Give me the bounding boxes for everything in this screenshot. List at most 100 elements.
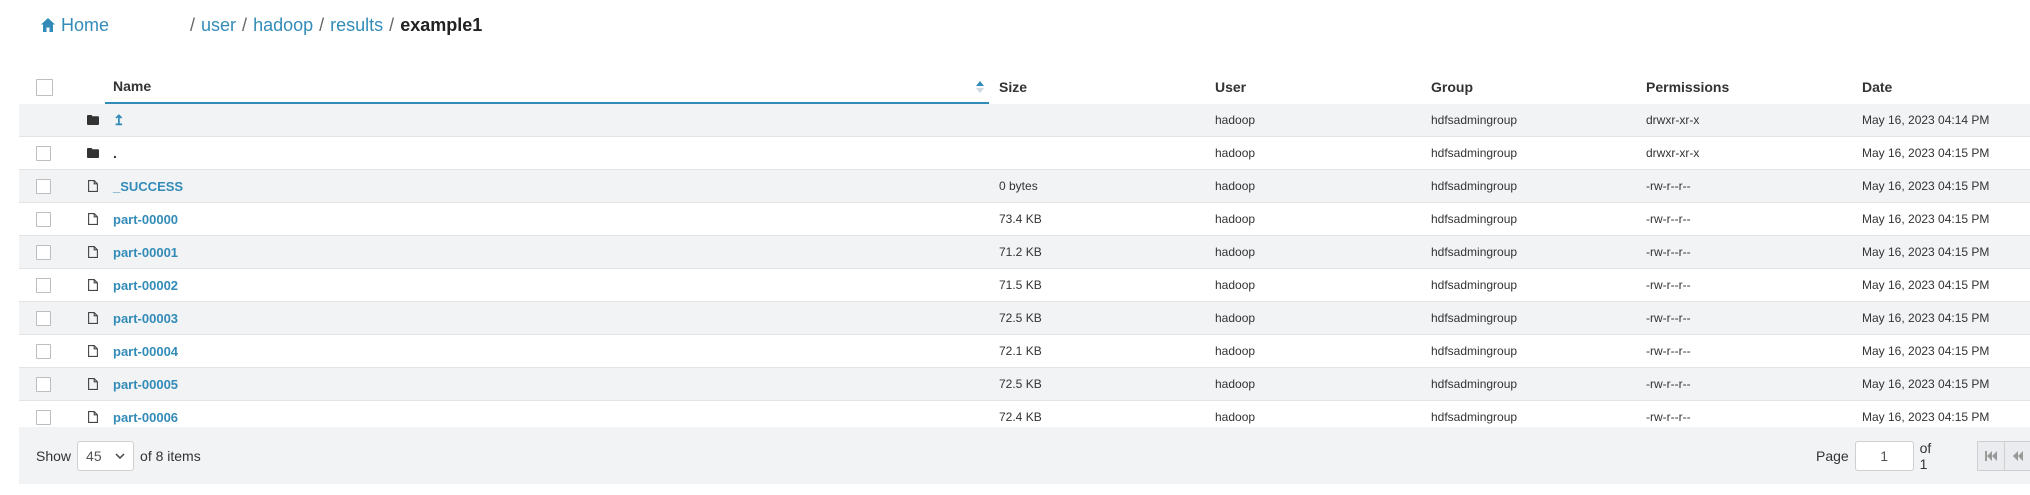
file-date: May 16, 2023 04:15 PM [1862, 311, 1990, 325]
page-number-input[interactable]: 1 [1854, 440, 1914, 471]
file-date: May 16, 2023 04:15 PM [1862, 245, 1990, 259]
file-date: May 16, 2023 04:15 PM [1862, 344, 1990, 358]
file-permissions: -rw-r--r-- [1646, 179, 1691, 193]
row-checkbox[interactable] [36, 409, 51, 425]
page-size-select[interactable]: 45 [77, 440, 135, 471]
pagination-bar: Show 45 of 8 items Page 1 of 1 [19, 427, 2030, 484]
file-name-link[interactable]: . [113, 145, 117, 161]
row-checkbox[interactable] [36, 178, 51, 194]
file-group: hdfsadmingroup [1431, 344, 1518, 358]
first-page-button[interactable] [1977, 440, 2005, 471]
file-icon [88, 279, 98, 291]
row-checkbox[interactable] [36, 376, 51, 392]
file-name-link[interactable]: part-00005 [113, 377, 178, 392]
file-permissions: -rw-r--r-- [1646, 377, 1691, 391]
table-row[interactable]: part-00004 72.1 KB hadoop hdfsadmingroup -rw… [19, 335, 2030, 368]
page-size-control: Show 45 of 8 items [36, 427, 201, 484]
table-row[interactable]: . hadoop hdfsadmingroup drwxr-xr-x May 16, 2… [19, 137, 2030, 170]
file-size: 71.5 KB [999, 278, 1042, 292]
home-label: Home [61, 14, 110, 35]
column-header-group[interactable]: Group [1431, 70, 1473, 104]
file-size: 0 bytes [999, 179, 1038, 193]
breadcrumb-item-user[interactable]: user [201, 15, 236, 36]
previous-page-icon [2013, 450, 2024, 461]
table-row[interactable]: part-00001 71.2 KB hadoop hdfsadmingroup -rw… [19, 236, 2030, 269]
file-icon [88, 411, 98, 423]
file-date: May 16, 2023 04:15 PM [1862, 212, 1990, 226]
file-permissions: -rw-r--r-- [1646, 245, 1691, 259]
column-header-permissions[interactable]: Permissions [1646, 70, 1729, 104]
select-all-checkbox[interactable] [36, 78, 53, 96]
page-number-value: 1 [1880, 447, 1889, 464]
file-user: hadoop [1215, 179, 1256, 193]
file-size: 72.5 KB [999, 377, 1042, 391]
page-label: Page [1816, 447, 1849, 464]
file-user: hadoop [1215, 212, 1256, 226]
table-body: ↥ hadoop hdfsadmingroup drwxr-xr-x May 16, 2… [19, 104, 2030, 434]
breadcrumb-separator: / [319, 14, 325, 35]
breadcrumb-item-results[interactable]: results [330, 15, 383, 36]
table-row[interactable]: ↥ hadoop hdfsadmingroup drwxr-xr-x May 16, 2… [19, 104, 2030, 137]
column-header-name[interactable]: Name [105, 70, 989, 104]
row-checkbox[interactable] [36, 310, 51, 326]
table-row[interactable]: part-00005 72.5 KB hadoop hdfsadmingroup -rw… [19, 368, 2030, 401]
file-user: hadoop [1215, 377, 1256, 391]
chevron-down-icon [115, 452, 125, 459]
breadcrumb-separator: / [389, 14, 395, 35]
home-icon [41, 18, 55, 32]
file-user: hadoop [1215, 344, 1256, 358]
file-user: hadoop [1215, 146, 1256, 160]
file-size: 72.5 KB [999, 311, 1042, 325]
column-header-size[interactable]: Size [999, 70, 1027, 104]
file-user: hadoop [1215, 311, 1256, 325]
file-name-link[interactable]: part-00004 [113, 344, 178, 359]
row-checkbox[interactable] [36, 343, 51, 359]
file-date: May 16, 2023 04:14 PM [1862, 113, 1990, 127]
file-permissions: -rw-r--r-- [1646, 278, 1691, 292]
file-date: May 16, 2023 04:15 PM [1862, 278, 1990, 292]
file-size: 73.4 KB [999, 212, 1042, 226]
show-label: Show [36, 447, 72, 464]
file-icon [88, 312, 98, 324]
breadcrumb-separator: / [190, 14, 196, 35]
file-table: Name Size User Group Permissions Date ↥ h… [19, 70, 2030, 434]
breadcrumb-item-hadoop[interactable]: hadoop [253, 15, 313, 36]
breadcrumb: Home / user / hadoop / results / example… [40, 12, 482, 38]
table-row[interactable]: _SUCCESS 0 bytes hadoop hdfsadmingroup -rw-r… [19, 170, 2030, 203]
file-group: hdfsadmingroup [1431, 179, 1518, 193]
folder-icon [87, 115, 99, 125]
file-user: hadoop [1215, 245, 1256, 259]
file-icon [88, 345, 98, 357]
file-permissions: -rw-r--r-- [1646, 212, 1691, 226]
column-header-user[interactable]: User [1215, 70, 1246, 104]
file-name-link[interactable]: part-00000 [113, 212, 178, 227]
column-header-date[interactable]: Date [1862, 70, 1892, 104]
file-group: hdfsadmingroup [1431, 245, 1518, 259]
file-name-link[interactable]: _SUCCESS [113, 179, 183, 194]
file-name-link[interactable]: part-00001 [113, 245, 178, 260]
table-row[interactable]: part-00003 72.5 KB hadoop hdfsadmingroup -rw… [19, 302, 2030, 335]
previous-page-button[interactable] [2004, 440, 2030, 471]
file-permissions: -rw-r--r-- [1646, 311, 1691, 325]
table-row[interactable]: part-00002 71.5 KB hadoop hdfsadmingroup -rw… [19, 269, 2030, 302]
parent-directory-link[interactable]: ↥ [113, 112, 125, 129]
file-group: hdfsadmingroup [1431, 377, 1518, 391]
row-checkbox[interactable] [36, 145, 51, 161]
file-size: 72.1 KB [999, 344, 1042, 358]
row-checkbox[interactable] [36, 277, 51, 293]
file-permissions: drwxr-xr-x [1646, 113, 1700, 127]
breadcrumb-separator: / [242, 14, 248, 35]
file-icon [88, 180, 98, 192]
file-name-link[interactable]: part-00002 [113, 278, 178, 293]
file-name-link[interactable]: part-00003 [113, 311, 178, 326]
file-group: hdfsadmingroup [1431, 146, 1518, 160]
page-navigation: Page 1 of 1 [1816, 427, 2030, 484]
table-row[interactable]: part-00000 73.4 KB hadoop hdfsadmingroup -rw… [19, 203, 2030, 236]
column-header-name-label: Name [113, 78, 152, 94]
row-checkbox[interactable] [36, 244, 51, 260]
row-checkbox[interactable] [36, 211, 51, 227]
file-name-link[interactable]: part-00006 [113, 410, 178, 425]
home-link[interactable]: Home [40, 15, 109, 36]
page-size-value: 45 [86, 447, 102, 464]
file-date: May 16, 2023 04:15 PM [1862, 377, 1990, 391]
